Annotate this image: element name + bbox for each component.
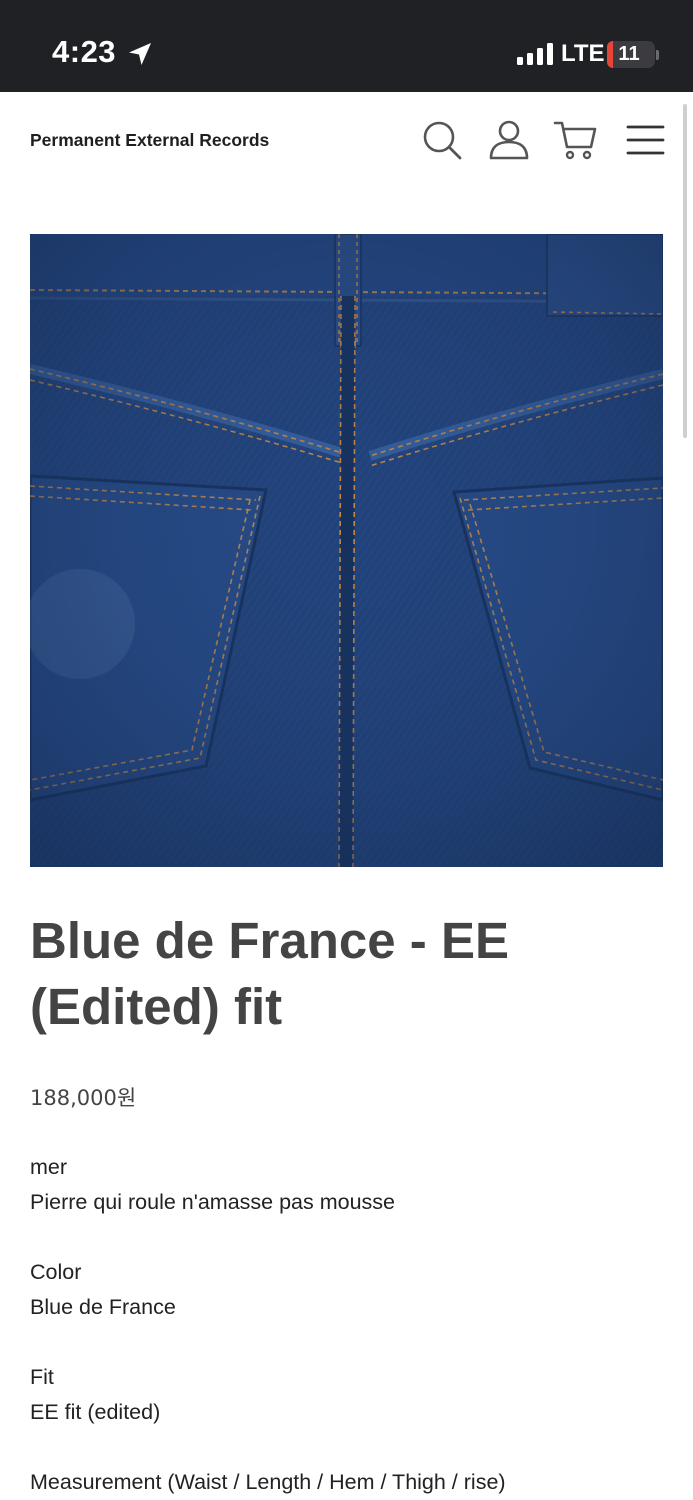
detail-fit: Fit EE fit (edited) [30, 1360, 160, 1430]
detail-label: Measurement (Waist / Length / Hem / Thig… [30, 1470, 506, 1494]
site-header: Permanent External Records [0, 92, 693, 192]
page-scrollbar[interactable] [683, 104, 687, 438]
status-time: 4:23 [52, 34, 117, 69]
site-logo-link[interactable]: Permanent External Records [30, 130, 269, 151]
denim-back-pockets-photo [30, 234, 663, 867]
search-icon[interactable] [420, 118, 464, 162]
status-bar: 4:23 LTE 11 [0, 0, 693, 92]
cart-icon[interactable] [553, 118, 597, 162]
battery-cap [656, 50, 659, 60]
location-arrow-icon [129, 43, 151, 65]
network-type: LTE [561, 40, 605, 67]
detail-brand: mer Pierre qui roule n'amasse pas mousse [30, 1150, 395, 1220]
detail-label: mer [30, 1155, 68, 1179]
detail-value: EE fit (edited) [30, 1400, 161, 1424]
detail-value: Pierre qui roule n'amasse pas mousse [30, 1190, 396, 1214]
product-image[interactable] [30, 234, 663, 867]
user-icon[interactable] [487, 118, 531, 162]
battery-percentage: 11 [618, 43, 640, 65]
battery-icon: 11 [607, 41, 655, 68]
detail-label: Fit [30, 1365, 54, 1389]
detail-color: Color Blue de France [30, 1255, 176, 1325]
detail-value: Blue de France [30, 1295, 176, 1319]
detail-label: Color [30, 1260, 82, 1284]
hamburger-menu-icon[interactable] [624, 118, 668, 162]
product-title: Blue de France - EE (Edited) fit [30, 912, 509, 1035]
detail-measurement: Measurement (Waist / Length / Hem / Thig… [30, 1465, 506, 1500]
cellular-signal-icon [517, 43, 553, 65]
product-price: 188,000원 [30, 1086, 137, 1110]
